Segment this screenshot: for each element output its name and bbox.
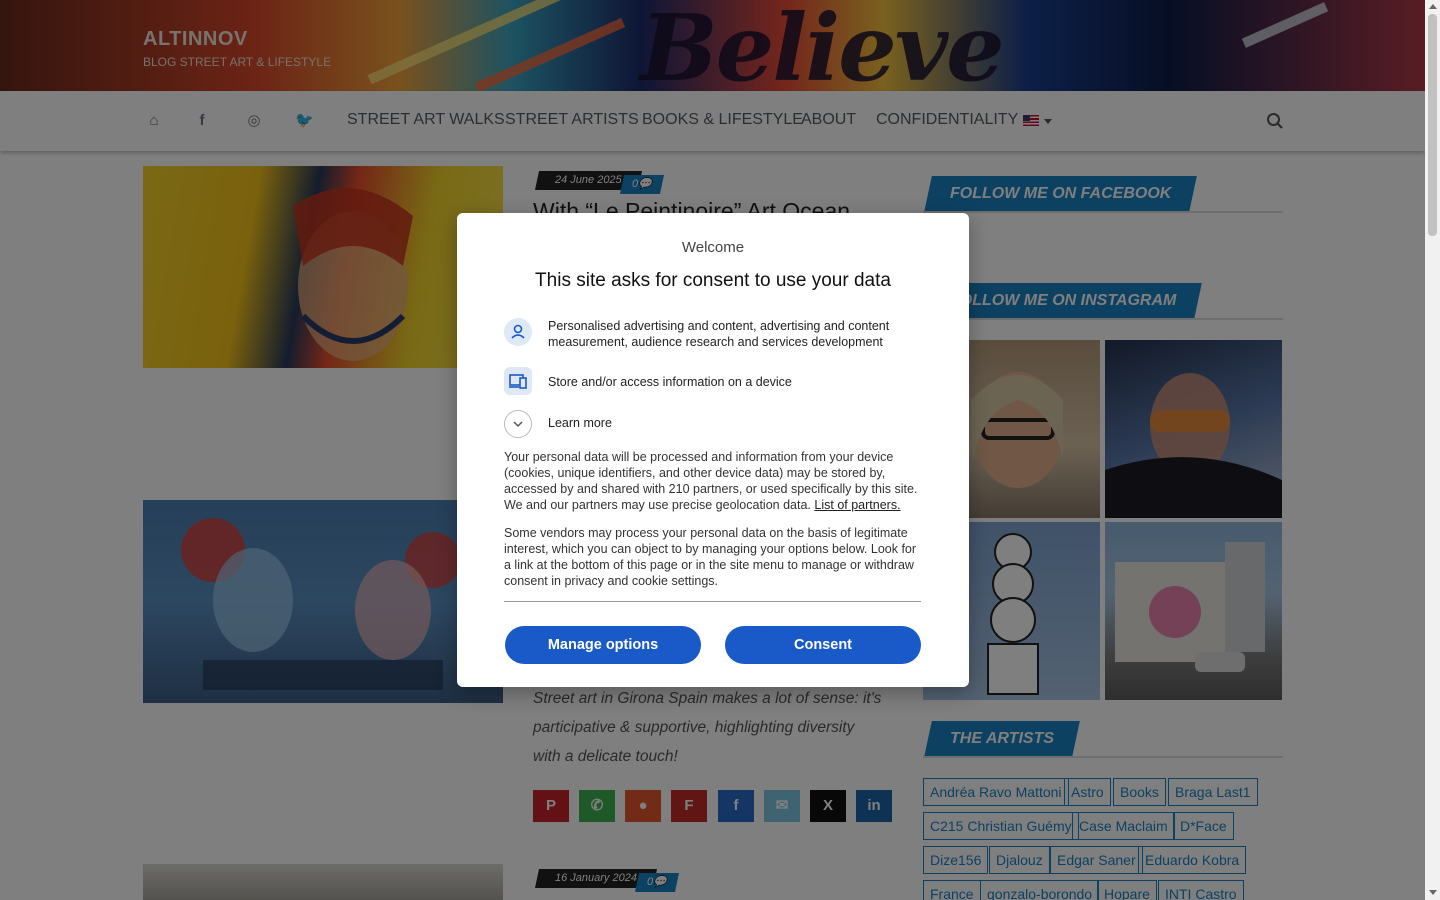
purpose-personalised-ads: Personalised advertising and content, ad… [548, 319, 890, 349]
scroll-down-icon[interactable] [1429, 890, 1437, 895]
divider [504, 601, 921, 602]
page-scrollbar[interactable] [1425, 0, 1440, 900]
consent-description: Your personal data will be processed and… [504, 449, 924, 513]
user-icon [504, 318, 532, 346]
consent-dialog: Welcome This site asks for consent to us… [457, 213, 969, 687]
consent-button[interactable]: Consent [725, 626, 921, 664]
learn-more-toggle[interactable]: Learn more [548, 415, 923, 431]
devices-icon [504, 367, 532, 395]
legitimate-interest-description: Some vendors may process your personal d… [504, 526, 917, 588]
dialog-title: This site asks for consent to use your d… [535, 270, 891, 291]
scrollbar-thumb[interactable] [1428, 14, 1437, 236]
list-of-partners-link[interactable]: List of partners. [814, 498, 900, 512]
purpose-store-access: Store and/or access information on a dev… [548, 375, 792, 389]
manage-options-button[interactable]: Manage options [505, 626, 701, 664]
scroll-up-icon[interactable] [1429, 4, 1437, 9]
dialog-welcome: Welcome [681, 239, 745, 256]
chevron-down-icon[interactable] [504, 410, 532, 438]
